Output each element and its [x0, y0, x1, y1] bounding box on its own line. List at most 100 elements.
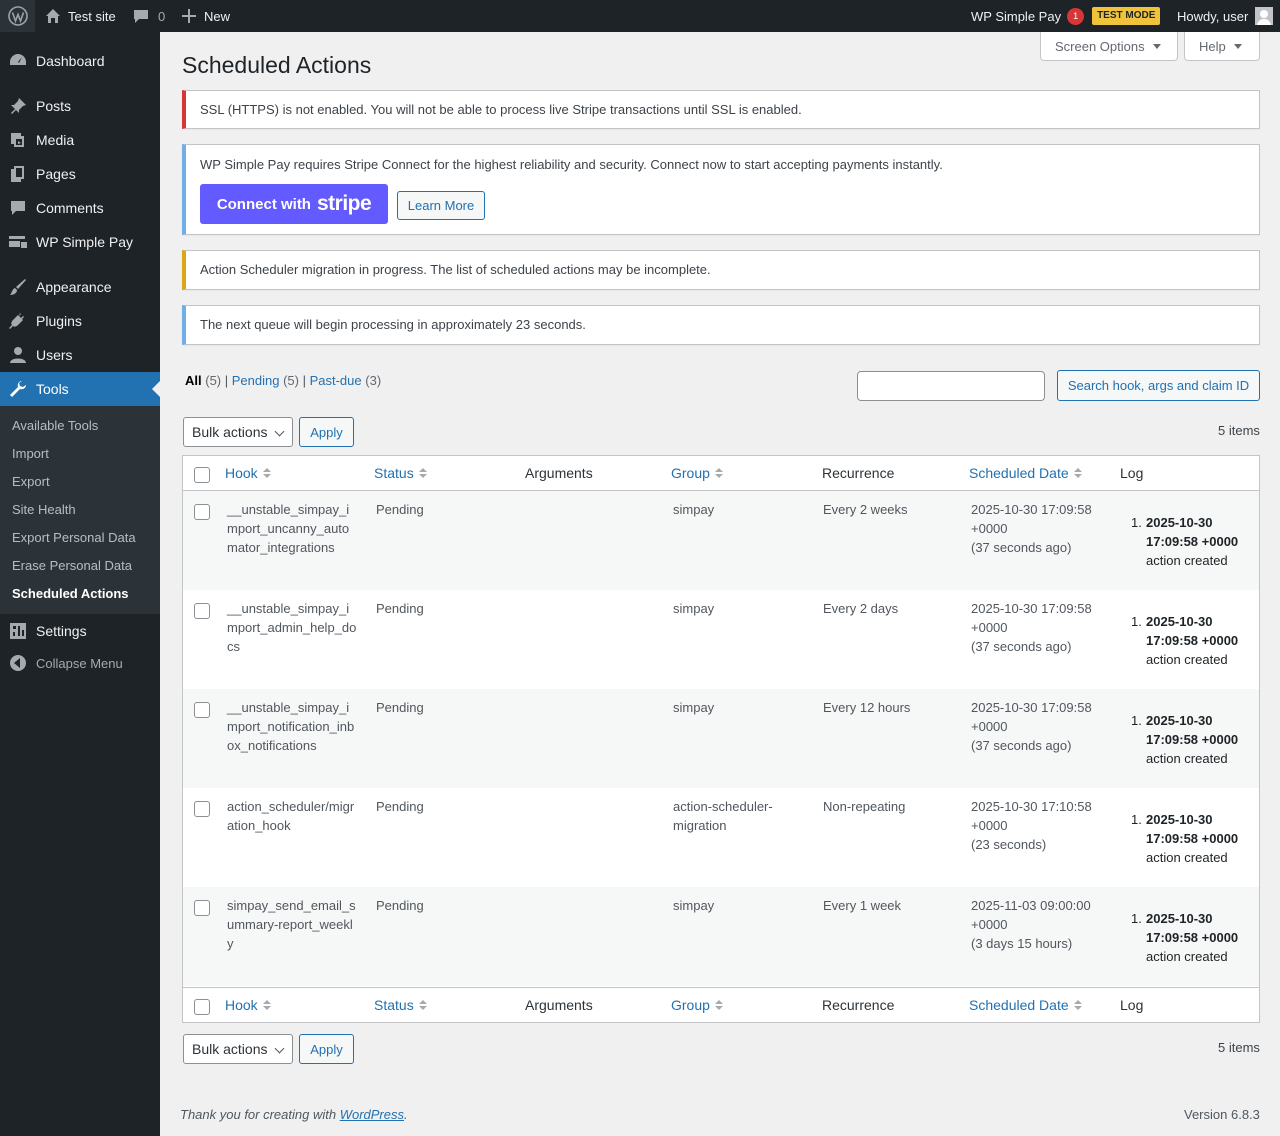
- submenu-export[interactable]: Export: [12, 474, 50, 489]
- bulk-actions-select-bottom[interactable]: Bulk actions: [183, 1034, 293, 1064]
- new-label: New: [204, 8, 231, 24]
- learn-more-button[interactable]: Learn More: [397, 191, 485, 220]
- row-checkbox[interactable]: [194, 504, 210, 520]
- menu-media[interactable]: Media: [0, 123, 160, 157]
- log-cell: 1. 2025-10-30 17:09:58 +0000 action created: [1131, 810, 1256, 867]
- column-hook[interactable]: Hook: [225, 465, 271, 481]
- log-date: 2025-10-30: [1146, 515, 1213, 530]
- new-content-link[interactable]: New: [182, 0, 230, 32]
- menu-wp-simple-pay[interactable]: WP Simple Pay: [0, 225, 160, 259]
- submenu-export-personal-data[interactable]: Export Personal Data: [12, 530, 136, 545]
- group-cell: simpay: [673, 700, 715, 715]
- simpay-menu[interactable]: WP Simple Pay 1 TEST MODE: [971, 0, 1161, 32]
- group-cell: simpay: [673, 601, 715, 616]
- view-all-count: (5): [205, 373, 222, 388]
- status-cell: Pending: [376, 700, 424, 715]
- log-message: action created: [1146, 652, 1228, 667]
- column-label: Group: [671, 997, 710, 1013]
- column-group[interactable]: Group: [671, 997, 723, 1013]
- column-status[interactable]: Status: [374, 465, 427, 481]
- column-label: Hook: [225, 465, 258, 481]
- search-button[interactable]: Search hook, args and claim ID: [1057, 370, 1260, 401]
- submenu-scheduled-actions[interactable]: Scheduled Actions: [12, 586, 129, 601]
- menu-tools[interactable]: Tools: [0, 372, 160, 406]
- menu-appearance[interactable]: Appearance: [0, 270, 160, 304]
- recurrence-cell: Every 1 week: [823, 898, 902, 913]
- sort-icon: [418, 1000, 427, 1010]
- column-log: Log: [1120, 465, 1144, 481]
- comments-link[interactable]: 0: [133, 0, 165, 32]
- select-all-checkbox-bottom[interactable]: [194, 999, 210, 1015]
- sort-icon: [262, 1000, 271, 1010]
- menu-label: Collapse Menu: [36, 655, 123, 671]
- submenu-import[interactable]: Import: [12, 446, 49, 461]
- log-time: 17:09:58 +0000: [1146, 534, 1239, 549]
- menu-plugins[interactable]: Plugins: [0, 304, 160, 338]
- log-cell: 1. 2025-10-30 17:09:58 +0000 action created: [1131, 612, 1256, 669]
- table-row: __unstable_simpay_import_notification_in…: [183, 689, 1259, 788]
- status-filter-views: All (5) | Pending (5) | Past-due (3): [185, 373, 382, 388]
- row-checkbox[interactable]: [194, 900, 210, 916]
- wordpress-link[interactable]: WordPress: [340, 1107, 404, 1122]
- column-label: Scheduled Date: [969, 997, 1069, 1013]
- menu-users[interactable]: Users: [0, 338, 160, 372]
- howdy-text: Howdy, user: [1177, 8, 1249, 24]
- log-message: action created: [1146, 850, 1228, 865]
- apply-button-top[interactable]: Apply: [299, 417, 354, 447]
- submenu-erase-personal-data[interactable]: Erase Personal Data: [12, 558, 132, 573]
- bulk-actions-select-top[interactable]: Bulk actions: [183, 417, 293, 447]
- date-value: 2025-11-03 09:00:00: [971, 898, 1091, 913]
- view-past-due[interactable]: Past-due: [310, 373, 362, 388]
- menu-pages[interactable]: Pages: [0, 157, 160, 191]
- pin-icon: [0, 96, 36, 116]
- site-name-link[interactable]: Test site: [45, 0, 116, 32]
- menu-settings[interactable]: Settings: [0, 614, 160, 648]
- account-menu[interactable]: Howdy, user: [1177, 0, 1274, 32]
- row-checkbox[interactable]: [194, 702, 210, 718]
- log-cell: 1. 2025-10-30 17:09:58 +0000 action created: [1131, 909, 1256, 966]
- admin-bar: Test site 0 New WP Simple Pay 1 TEST MOD…: [0, 0, 1280, 32]
- help-button[interactable]: Help: [1184, 32, 1260, 61]
- column-hook[interactable]: Hook: [225, 997, 271, 1013]
- home-icon: [46, 9, 60, 23]
- comments-count: 0: [158, 8, 166, 24]
- wordpress-logo-icon[interactable]: [0, 0, 35, 32]
- view-pending[interactable]: Pending: [232, 373, 280, 388]
- column-scheduled-date[interactable]: Scheduled Date: [969, 465, 1082, 481]
- screen-options-button[interactable]: Screen Options: [1040, 32, 1178, 61]
- table-header: Hook Status Arguments Group Recurrence S…: [183, 456, 1259, 491]
- view-all[interactable]: All: [185, 373, 202, 388]
- comment-icon: [0, 198, 36, 218]
- menu-dashboard[interactable]: Dashboard: [0, 44, 160, 78]
- row-checkbox[interactable]: [194, 603, 210, 619]
- group-cell: simpay: [673, 898, 715, 913]
- sort-icon: [262, 468, 271, 478]
- column-scheduled-date[interactable]: Scheduled Date: [969, 997, 1082, 1013]
- connect-with-stripe-button[interactable]: Connect with stripe: [200, 184, 388, 224]
- column-status[interactable]: Status: [374, 997, 427, 1013]
- search-input[interactable]: [857, 371, 1045, 401]
- menu-posts[interactable]: Posts: [0, 89, 160, 123]
- bulk-actions-label: Bulk actions: [192, 1041, 268, 1057]
- stripe-logo: stripe: [316, 192, 372, 215]
- admin-sidebar: Dashboard Posts Media Pages Comments WP …: [0, 32, 160, 1136]
- submenu-site-health[interactable]: Site Health: [12, 502, 76, 517]
- table-footer: Hook Status Arguments Group Recurrence S…: [183, 987, 1259, 1022]
- date-relative: (37 seconds ago): [971, 738, 1072, 753]
- submenu-available-tools[interactable]: Available Tools: [12, 418, 98, 433]
- log-cell: 1. 2025-10-30 17:09:58 +0000 action created: [1131, 711, 1256, 768]
- stripe-button-label: Connect with: [216, 195, 311, 213]
- menu-comments[interactable]: Comments: [0, 191, 160, 225]
- apply-button-bottom[interactable]: Apply: [299, 1034, 354, 1064]
- select-all-checkbox[interactable]: [194, 467, 210, 483]
- table-row: simpay_send_email_summary-report_weekly …: [183, 887, 1259, 986]
- items-count-top: 5 items: [1218, 423, 1260, 438]
- column-group[interactable]: Group: [671, 465, 723, 481]
- date-cell: 2025-10-30 17:10:58 +0000 (23 seconds): [971, 797, 1101, 854]
- date-cell: 2025-10-30 17:09:58 +0000 (37 seconds ago): [971, 599, 1101, 656]
- version-text: Version 6.8.3: [1184, 1107, 1260, 1122]
- collapse-menu-button[interactable]: Collapse Menu: [0, 646, 160, 680]
- row-checkbox[interactable]: [194, 801, 210, 817]
- log-time: 17:09:58 +0000: [1146, 930, 1239, 945]
- date-value: 2025-10-30 17:09:58: [971, 700, 1092, 715]
